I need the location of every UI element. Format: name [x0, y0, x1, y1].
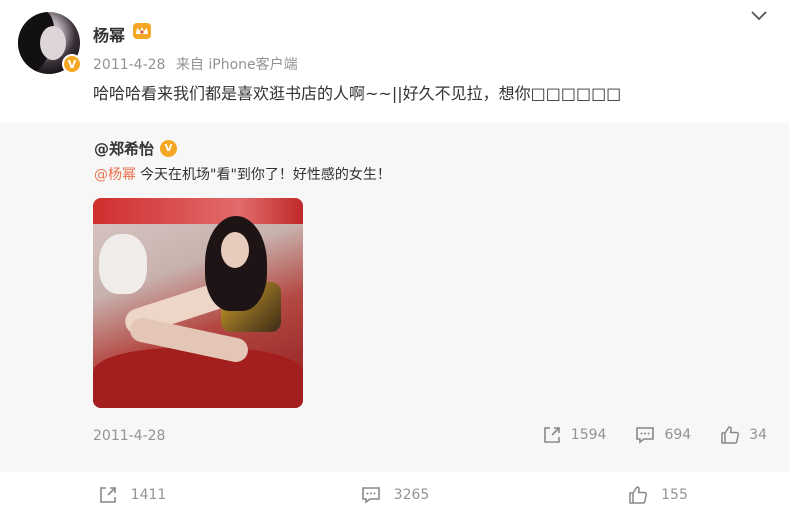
avatar-face — [40, 26, 66, 60]
orig-author[interactable]: @郑希怡 — [94, 138, 154, 159]
orig-date[interactable]: 2011-4-28 — [93, 428, 165, 444]
magazine-masthead — [93, 198, 303, 224]
photo-face — [221, 232, 249, 268]
chevron-down-icon[interactable] — [751, 10, 767, 22]
orig-text: @杨幂 今天在机场"看"到你了！好性感的女生！ — [94, 164, 391, 184]
orig-verified-badge-icon: V — [160, 140, 177, 157]
author-name[interactable]: 杨幂 — [93, 22, 125, 46]
post-source: 来自 iPhone客户端 — [175, 57, 298, 73]
comment-button[interactable]: 3265 — [263, 472, 526, 517]
post-meta: 2011-4-28 来自 iPhone客户端 — [93, 54, 304, 74]
orig-actions: 1594 694 34 — [513, 424, 767, 446]
orig-like-count: 34 — [749, 427, 767, 443]
post-footer: 1411 3265 155 — [0, 472, 789, 517]
thumbs-up-icon — [629, 485, 648, 504]
share-icon — [543, 427, 560, 443]
photo-chair — [93, 348, 303, 408]
mention-link[interactable]: @杨幂 — [94, 167, 136, 183]
orig-like-button[interactable]: 34 — [719, 424, 767, 446]
share-icon — [99, 486, 116, 503]
crown-icon — [133, 23, 151, 39]
orig-comment-button[interactable]: 694 — [634, 424, 691, 446]
verified-badge-icon: V — [62, 54, 82, 74]
like-count: 155 — [661, 486, 688, 503]
repost-count: 1411 — [130, 486, 167, 503]
post-date[interactable]: 2011-4-28 — [93, 57, 165, 73]
orig-text-body: 今天在机场"看"到你了！好性感的女生！ — [140, 167, 391, 183]
like-button[interactable]: 155 — [526, 472, 789, 517]
thumbs-up-icon — [721, 426, 740, 444]
orig-repost-button[interactable]: 1594 — [541, 424, 607, 446]
photo-mask — [99, 234, 147, 294]
orig-comment-count: 694 — [664, 427, 692, 443]
repost-box: @郑希怡 V @杨幂 今天在机场"看"到你了！好性感的女生！ 2011-4-28 … — [0, 123, 789, 472]
comment-icon — [361, 486, 380, 504]
post-photo[interactable] — [93, 198, 303, 408]
repost-button[interactable]: 1411 — [0, 472, 263, 517]
comment-count: 3265 — [393, 486, 430, 503]
comment-icon — [636, 427, 655, 444]
orig-repost-count: 1594 — [570, 427, 607, 443]
post-text: 哈哈哈看来我们都是喜欢逛书店的人啊~~||好久不见拉，想你□□□□□□ — [93, 84, 622, 103]
